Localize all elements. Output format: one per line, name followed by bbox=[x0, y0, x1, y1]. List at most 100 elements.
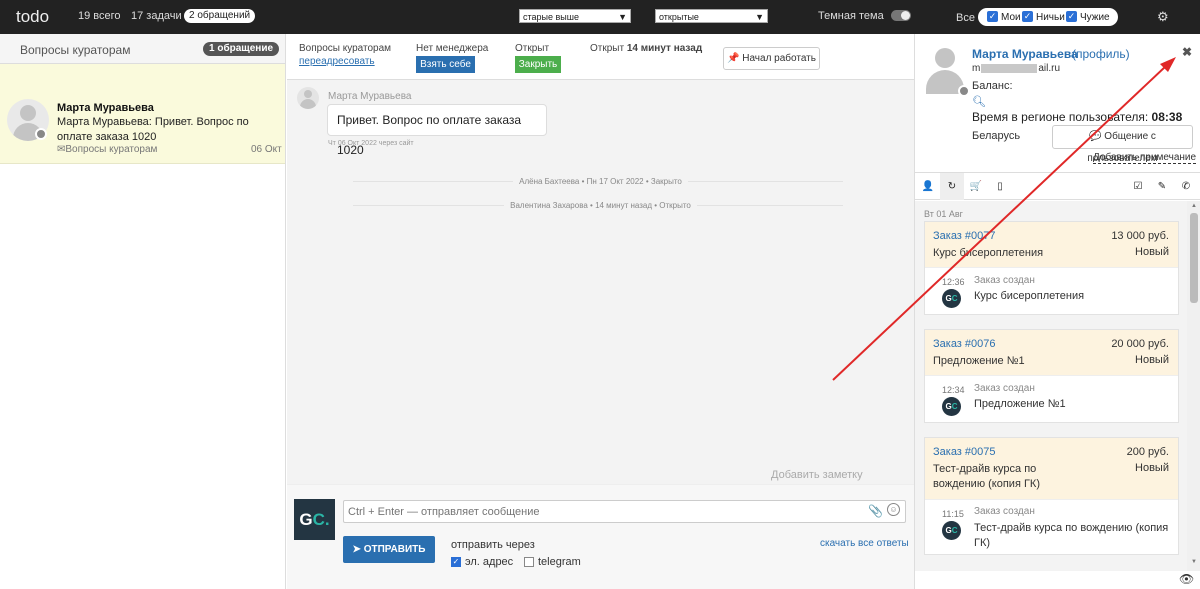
thread-panel: Вопросы кураторам переадресовать Нет мен… bbox=[287, 34, 914, 589]
ticket-list-header: Вопросы кураторам 1 обращение bbox=[0, 34, 285, 64]
message-bubble: Привет. Вопрос по оплате заказа 1020 bbox=[327, 104, 547, 157]
order-price: 200 руб. bbox=[1126, 446, 1169, 458]
user-profile: Марта Муравьева (профиль) m ail.ru Баланс… bbox=[915, 34, 1200, 172]
emoji-icon[interactable]: ☺ bbox=[887, 503, 900, 516]
total-counter[interactable]: 19 всего bbox=[78, 10, 121, 22]
ticket-list-panel: Вопросы кураторам 1 обращение Марта Мура… bbox=[0, 34, 286, 589]
filter-nobody-checkbox[interactable]: ✓ bbox=[1022, 11, 1033, 22]
send-icon: ➤ bbox=[352, 544, 361, 555]
tasks-counter[interactable]: 17 задачи bbox=[131, 10, 182, 22]
send-via-label: отправить через bbox=[451, 539, 535, 551]
order-event-desc: Тест-драйв курса по вождению (копия ГК) bbox=[974, 522, 1169, 549]
close-icon[interactable]: ✖ bbox=[1182, 45, 1192, 59]
brand-logo: GC. bbox=[294, 499, 335, 540]
chevron-down-icon: ▼ bbox=[618, 12, 627, 22]
take-ticket-button[interactable]: Взять себе bbox=[416, 56, 475, 73]
redacted-block bbox=[981, 63, 1038, 73]
opened-info: Открыт 14 минут назад bbox=[590, 43, 702, 54]
filter-mine-label[interactable]: Мои bbox=[1001, 12, 1021, 23]
chat-bubble-icon: 💬 bbox=[1089, 131, 1102, 142]
ticket-author: Марта Муравьева bbox=[57, 102, 154, 114]
state-label: Открыт bbox=[515, 43, 550, 54]
filter-others-label[interactable]: Чужие bbox=[1080, 12, 1110, 23]
message-input[interactable] bbox=[343, 500, 906, 523]
tab-cart-icon[interactable]: 🛒 bbox=[964, 173, 988, 200]
order-link[interactable]: Заказ #0077 bbox=[933, 230, 996, 242]
message-author: Марта Муравьева bbox=[328, 91, 412, 102]
avatar bbox=[297, 87, 319, 109]
scroll-down-icon[interactable]: ▼ bbox=[1191, 559, 1197, 565]
filter-others-checkbox[interactable]: ✓ bbox=[1066, 11, 1077, 22]
orders-scrollbar[interactable]: ▲ ▼ bbox=[1187, 201, 1200, 571]
user-name-link[interactable]: Марта Муравьева bbox=[972, 47, 1078, 61]
order-title: Курс бисероплетения bbox=[933, 247, 1044, 259]
scrollbar-thumb[interactable] bbox=[1190, 213, 1198, 303]
requests-pill[interactable]: 2 обращений bbox=[184, 9, 256, 23]
order-title: Тест-драйв курса по вождению (копия ГК) bbox=[933, 463, 1040, 490]
paperclip-icon[interactable]: 📎 bbox=[868, 504, 883, 518]
send-button[interactable]: ➤ ОТПРАВИТЬ bbox=[343, 536, 435, 563]
manager-label: Нет менеджера bbox=[416, 43, 489, 54]
order-status: Новый bbox=[1135, 462, 1169, 474]
order-event-label: Заказ создан bbox=[974, 383, 1035, 394]
tab-user-icon[interactable]: 👤 bbox=[916, 173, 940, 200]
profile-link[interactable]: (профиль) bbox=[1072, 47, 1130, 61]
order-header: Заказ #0075 200 руб. Тест-драйв курса по… bbox=[925, 438, 1178, 500]
department-title: Вопросы кураторам bbox=[20, 43, 131, 57]
ticket-date: 06 Окт bbox=[251, 144, 282, 155]
email-checkbox[interactable]: ✓ bbox=[451, 557, 461, 567]
scroll-up-icon[interactable]: ▲ bbox=[1191, 203, 1197, 209]
order-link[interactable]: Заказ #0075 bbox=[933, 446, 996, 458]
tab-mobile-icon[interactable]: ▯ bbox=[988, 173, 1012, 200]
close-ticket-button[interactable]: Закрыть bbox=[515, 56, 561, 73]
ticket-item[interactable]: Марта Муравьева Марта Муравьева: Привет.… bbox=[0, 64, 285, 164]
chevron-down-icon: ▼ bbox=[755, 12, 764, 22]
sort-select[interactable]: старые выше ▼ bbox=[519, 9, 631, 23]
dark-theme-label: Темная тема bbox=[818, 10, 884, 22]
redirect-link[interactable]: переадресовать bbox=[299, 56, 375, 67]
pin-icon: 📌 bbox=[727, 53, 740, 64]
status-select-value: открытые bbox=[659, 12, 699, 22]
email-option-label[interactable]: эл. адрес bbox=[465, 556, 513, 568]
filter-mine-checkbox[interactable]: ✓ bbox=[987, 11, 998, 22]
user-tabs: 👤 ↻ 🛒 ▯ ☑ ✎ ✆ bbox=[915, 172, 1200, 200]
search-icon[interactable]: 🔍︎ bbox=[972, 95, 986, 108]
order-link[interactable]: Заказ #0076 bbox=[933, 338, 996, 350]
start-work-button[interactable]: 📌 Начал работать bbox=[723, 47, 820, 70]
order-event-time: 11:15 bbox=[942, 509, 964, 519]
add-note-link[interactable]: Добавить заметку bbox=[771, 469, 863, 481]
order-status: Новый bbox=[1135, 354, 1169, 366]
thread-event: Алёна Бахтеева • Пн 17 Окт 2022 • Закрыт… bbox=[287, 177, 914, 186]
add-remark-link[interactable]: Добавить примечание bbox=[1093, 152, 1197, 164]
gear-icon[interactable]: ⚙ bbox=[1157, 9, 1169, 25]
telegram-checkbox[interactable] bbox=[524, 557, 534, 567]
ticket-folder: ✉Вопросы кураторам bbox=[57, 144, 157, 155]
composer: GC. 📎 ☺ ➤ ОТПРАВИТЬ отправить через ✓ эл… bbox=[287, 484, 914, 589]
dark-theme-toggle[interactable] bbox=[891, 10, 911, 21]
event-closed: Алёна Бахтеева • Пн 17 Окт 2022 • Закрыт… bbox=[513, 177, 688, 186]
filter-nobody-label[interactable]: Ничьи bbox=[1036, 12, 1065, 23]
all-label: Все bbox=[956, 12, 975, 24]
chat-with-user-button[interactable]: 💬 Общение с пользователем bbox=[1052, 125, 1193, 164]
order-card: Заказ #0076 20 000 руб. Предложение №1 Н… bbox=[924, 329, 1179, 423]
tab-history-icon[interactable]: ↻ bbox=[940, 173, 964, 200]
top-bar: todo 19 всего 17 задачи 2 обращений стар… bbox=[0, 0, 1200, 34]
brand-logo: GC bbox=[942, 289, 961, 308]
user-local-time: Время в регионе пользователя: 08:38 bbox=[972, 110, 1183, 124]
tab-phone-icon[interactable]: ✆ bbox=[1174, 173, 1198, 200]
start-work-label: Начал работать bbox=[742, 53, 816, 64]
order-price: 20 000 руб. bbox=[1111, 338, 1169, 350]
message-meta: Чт 06 Окт 2022 через сайт bbox=[328, 140, 414, 147]
order-event-desc: Предложение №1 bbox=[974, 398, 1066, 410]
order-card: Заказ #0077 13 000 руб. Курс бисероплете… bbox=[924, 221, 1179, 315]
tab-edit-icon[interactable]: ✎ bbox=[1150, 173, 1174, 200]
eye-icon[interactable]: 👁 bbox=[1179, 572, 1194, 586]
download-all-link[interactable]: скачать все ответы bbox=[820, 538, 909, 549]
status-select[interactable]: открытые ▼ bbox=[655, 9, 768, 23]
app-logo[interactable]: todo bbox=[16, 7, 49, 27]
orders-list: Вт 01 Авг Заказ #0077 13 000 руб. Курс б… bbox=[915, 201, 1187, 571]
telegram-option-label[interactable]: telegram bbox=[538, 556, 581, 568]
status-dot bbox=[35, 128, 47, 140]
tab-tasks-icon[interactable]: ☑ bbox=[1126, 173, 1150, 200]
thread-header: Вопросы кураторам переадресовать Нет мен… bbox=[287, 34, 914, 80]
